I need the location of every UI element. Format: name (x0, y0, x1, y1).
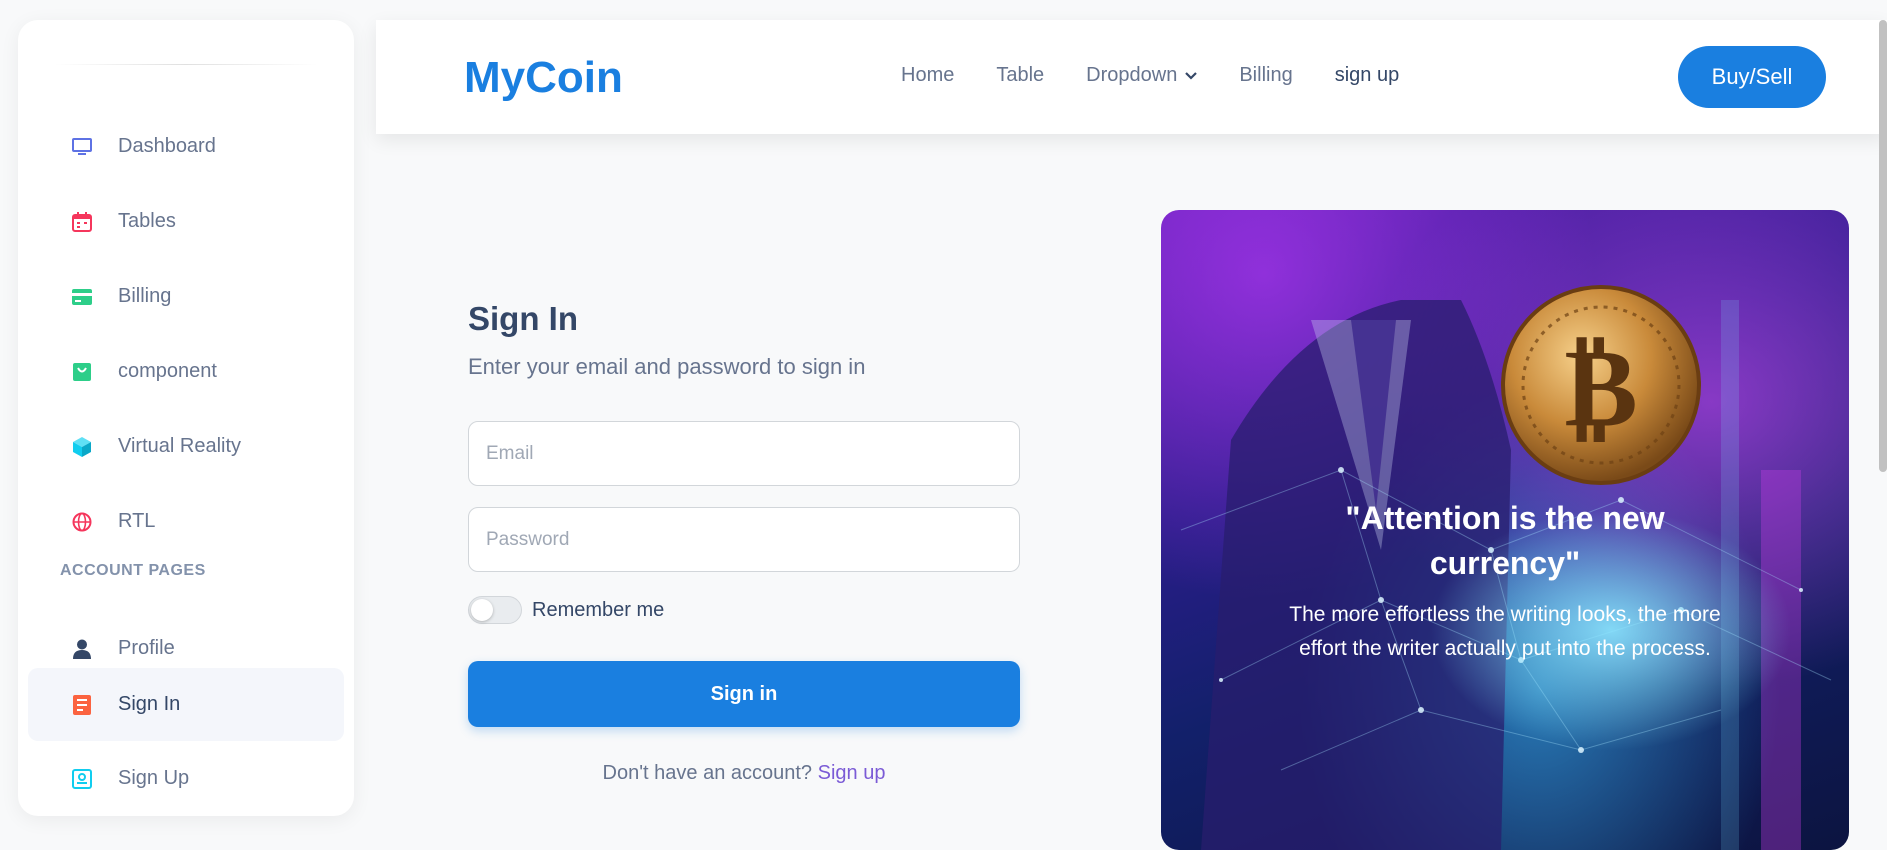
sidebar-item-label: Tables (118, 210, 176, 232)
brand-logo[interactable]: MyCoin (464, 56, 623, 100)
sidebar-item-rtl[interactable]: RTL (28, 485, 344, 558)
hero-description: The more effortless the writing looks, t… (1289, 602, 1721, 661)
remember-me-row: Remember me (468, 596, 664, 624)
nav-link-home[interactable]: Home (901, 64, 954, 87)
toggle-knob (471, 599, 493, 621)
nav-link-table[interactable]: Table (996, 64, 1044, 87)
email-field[interactable] (468, 421, 1020, 486)
nav-dropdown-label: Dropdown (1086, 64, 1178, 86)
sidebar-item-label: Profile (118, 637, 175, 659)
sidebar-item-label: Dashboard (118, 135, 216, 157)
hero-text: "Attention is the new currency" The more… (1281, 496, 1729, 667)
remember-me-toggle[interactable] (468, 596, 522, 624)
nav-dropdown[interactable]: Dropdown (1086, 64, 1198, 87)
credit-card-icon (70, 285, 94, 309)
svg-text:₿: ₿ (1564, 322, 1637, 451)
sign-in-subtitle: Enter your email and password to sign in (468, 354, 866, 379)
user-icon (70, 637, 94, 661)
cube-icon (70, 435, 94, 459)
globe-icon (70, 510, 94, 534)
shopping-bag-icon (70, 360, 94, 384)
section-title-account-pages: ACCOUNT PAGES (60, 562, 206, 579)
buy-sell-button[interactable]: Buy/Sell (1678, 46, 1826, 108)
sign-up-link[interactable]: Sign up (818, 762, 886, 784)
no-account-text: Don't have an account? (602, 762, 813, 784)
hero-quote: "Attention is the new currency" (1345, 500, 1665, 581)
sidebar-item-label: component (118, 360, 217, 382)
id-card-icon (70, 767, 94, 791)
sidebar-item-component[interactable]: component (28, 335, 344, 408)
top-navbar: MyCoin Home Table Dropdown Billing sign … (376, 20, 1887, 134)
monitor-icon (70, 135, 94, 159)
scrollbar[interactable] (1879, 20, 1887, 472)
no-account-line: Don't have an account? Sign up (468, 762, 1020, 785)
nav-link-sign-up[interactable]: sign up (1335, 64, 1400, 87)
sidebar-item-tables[interactable]: Tables (28, 185, 344, 258)
sidebar-item-virtual-reality[interactable]: Virtual Reality (28, 410, 344, 483)
chevron-down-icon (1185, 71, 1198, 80)
sign-in-form: Sign In Enter your email and password to… (468, 300, 1020, 784)
sidebar-item-label: RTL (118, 510, 156, 532)
sidebar-item-sign-up[interactable]: Sign Up (28, 742, 344, 815)
sidebar-item-label: Sign In (118, 693, 181, 715)
sign-in-button[interactable]: Sign in (468, 661, 1020, 727)
sidebar-item-dashboard[interactable]: Dashboard (28, 110, 344, 183)
sidebar-item-label: Virtual Reality (118, 435, 242, 457)
remember-me-label[interactable]: Remember me (532, 599, 664, 622)
sidebar-item-billing[interactable]: Billing (28, 260, 344, 333)
sidebar-item-sign-in[interactable]: Sign In (28, 668, 344, 741)
document-icon (70, 693, 94, 717)
nav-link-billing[interactable]: Billing (1239, 64, 1292, 87)
calendar-icon (70, 210, 94, 234)
nav-menu: Home Table Dropdown Billing sign up (901, 64, 1441, 87)
sidebar-divider (54, 64, 318, 65)
sidebar-item-label: Sign Up (118, 767, 190, 789)
password-field[interactable] (468, 507, 1020, 572)
page-title: Sign In (468, 300, 578, 337)
sidebar: Dashboard Tables Billing component Virtu… (18, 20, 354, 816)
sidebar-item-label: Billing (118, 285, 172, 307)
hero-image-card: ₿ "Attention is the new currency" The mo… (1161, 210, 1849, 850)
